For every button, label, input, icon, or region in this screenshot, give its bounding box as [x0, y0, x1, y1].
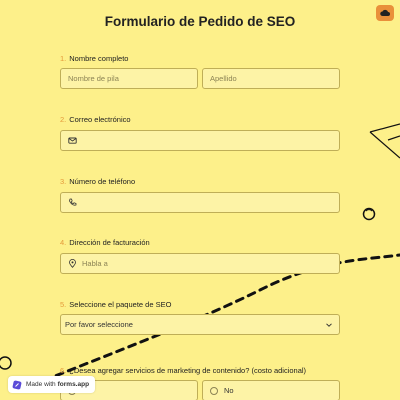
question-number: 6.	[60, 366, 67, 375]
question-number: 2.	[60, 115, 67, 124]
question-phone: 3. Número de teléfono	[60, 177, 340, 187]
made-with-badge[interactable]: Made with forms.app	[8, 376, 96, 393]
seo-package-select[interactable]: Por favor seleccione	[60, 314, 340, 335]
question-label: Número de teléfono	[69, 177, 136, 186]
question-label: Nombre completo	[69, 54, 129, 63]
question-label: ¿Desea agregar servicios de marketing de…	[69, 366, 307, 375]
question-billing-address: 4. Dirección de facturación	[60, 238, 340, 248]
question-label: Seleccione el paquete de SEO	[69, 300, 172, 309]
location-pin-icon	[68, 259, 77, 268]
chevron-down-icon	[326, 323, 332, 327]
last-name-input[interactable]: Apellido	[202, 68, 340, 89]
option-no[interactable]: No	[202, 380, 340, 400]
email-field[interactable]	[60, 130, 340, 151]
question-content-marketing: 6. ¿Desea agregar servicios de marketing …	[60, 366, 340, 376]
phone-field[interactable]	[60, 192, 340, 213]
question-label: Dirección de facturación	[69, 238, 150, 247]
first-name-input[interactable]: Nombre de pila	[60, 68, 198, 89]
question-number: 5.	[60, 300, 67, 309]
address-input[interactable]: Habla a	[60, 253, 340, 274]
question-label: Correo electrónico	[69, 115, 131, 124]
question-number: 1.	[60, 54, 67, 63]
select-value: Por favor seleccione	[65, 320, 133, 329]
form-title: Formulario de Pedido de SEO	[104, 14, 296, 29]
question-seo-package: 5. Seleccione el paquete de SEO	[60, 300, 340, 310]
question-number: 4.	[60, 238, 67, 247]
radio-button[interactable]	[210, 386, 218, 395]
question-email: 2. Correo electrónico	[60, 115, 340, 125]
forms-app-logo-icon	[12, 380, 22, 389]
question-full-name: 1. Nombre completo	[60, 54, 340, 64]
mail-icon	[68, 136, 77, 145]
phone-icon	[68, 198, 77, 207]
question-number: 3.	[60, 177, 67, 186]
